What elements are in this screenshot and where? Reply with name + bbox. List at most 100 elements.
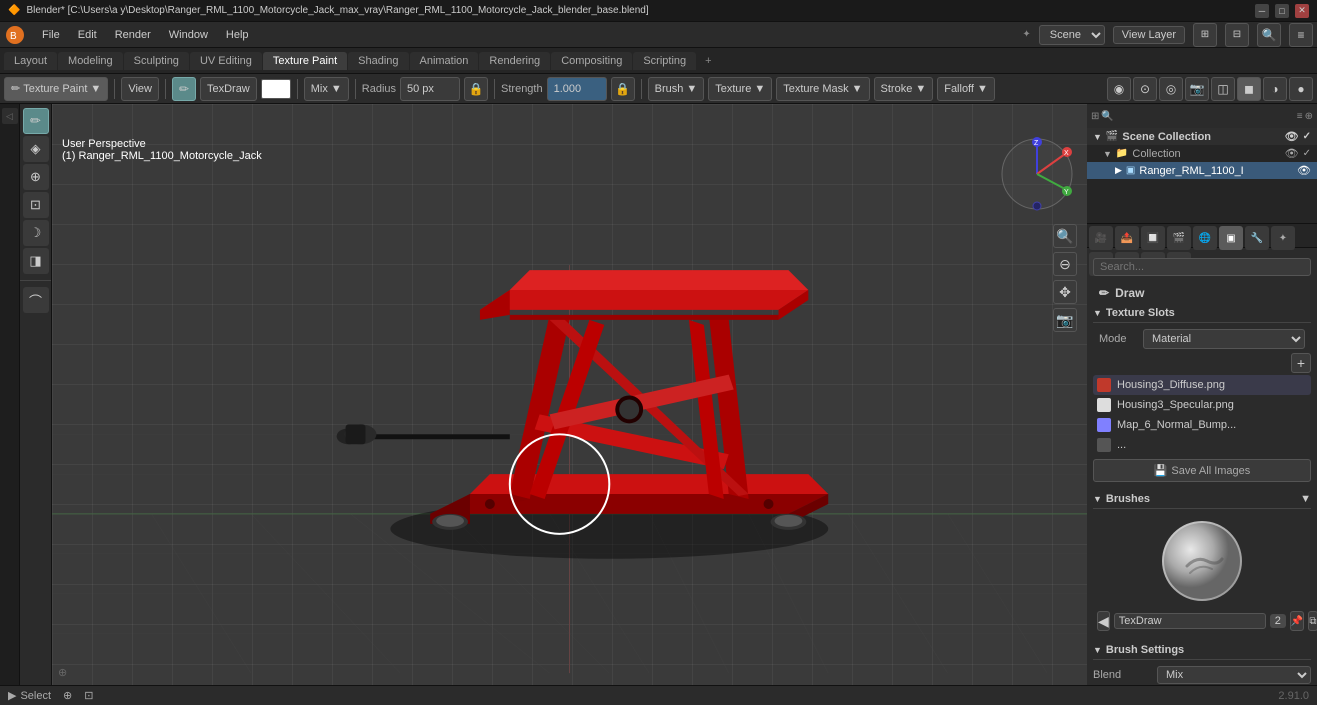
prop-particles-btn[interactable]: ✦ [1271, 226, 1295, 250]
radius-field[interactable]: 50 px [400, 77, 460, 101]
scene-select[interactable]: Scene [1039, 25, 1105, 45]
mask-tool-btn[interactable]: ◨ [23, 248, 49, 274]
gizmos-btn[interactable]: ◎ [1159, 77, 1183, 101]
scene-collection-header[interactable]: ▼ 🎬 Scene Collection 👁 ✓ [1087, 128, 1317, 145]
brush-pin-btn[interactable]: 📌 [1290, 611, 1304, 631]
viewport-labels: User Perspective (1) Ranger_RML_1100_Mot… [62, 138, 262, 162]
blend-select[interactable]: Mix Add Subtract [1157, 666, 1311, 684]
col-visibility-icon[interactable]: 👁 [1285, 147, 1299, 160]
menu-help[interactable]: Help [218, 27, 257, 43]
menu-window[interactable]: Window [161, 27, 216, 43]
maximize-btn[interactable]: □ [1275, 4, 1289, 18]
menu-render[interactable]: Render [107, 27, 159, 43]
brush-name-input[interactable] [1114, 613, 1266, 629]
object-name-label: Ranger_RML_1100_I [1139, 165, 1243, 177]
zoom-out-btn[interactable]: ⊖ [1053, 252, 1077, 276]
menu-edit[interactable]: Edit [70, 27, 105, 43]
tab-sculpting[interactable]: Sculpting [124, 52, 189, 70]
tab-scripting[interactable]: Scripting [633, 52, 696, 70]
tab-compositing[interactable]: Compositing [551, 52, 632, 70]
minimize-btn[interactable]: ─ [1255, 4, 1269, 18]
viewport-overlay-btn[interactable]: ⊙ [1133, 77, 1157, 101]
save-all-images-btn[interactable]: 💾 Save All Images [1093, 459, 1311, 482]
prev-brush-btn[interactable]: ◀ [1097, 611, 1110, 631]
prop-render-btn[interactable]: 🎥 [1089, 226, 1113, 250]
window-controls[interactable]: ─ □ ✕ [1255, 4, 1309, 18]
brush-copy-btn[interactable]: ⧉ [1308, 611, 1317, 631]
draw-tool-icon[interactable]: ✏ [172, 77, 196, 101]
sep-5 [494, 79, 495, 99]
zoom-in-btn[interactable]: 🔍 [1053, 224, 1077, 248]
texture-slot-specular[interactable]: Housing3_Specular.png [1093, 395, 1311, 415]
draw-label-text: Draw [1115, 286, 1144, 300]
nav-gizmo[interactable]: Z X Y [997, 134, 1077, 214]
scene-settings-btn[interactable]: ⊟ [1225, 23, 1249, 47]
viewport-shading-btn[interactable]: ◉ [1107, 77, 1131, 101]
render-settings-btn[interactable]: ⊞ [1193, 23, 1217, 47]
tab-rendering[interactable]: Rendering [479, 52, 550, 70]
tab-layout[interactable]: Layout [4, 52, 57, 70]
object-item[interactable]: ▶ ▣ Ranger_RML_1100_I 👁 [1087, 162, 1317, 179]
viewport-camera-btn[interactable]: 📷 [1185, 77, 1209, 101]
texture-slot-diffuse[interactable]: Housing3_Diffuse.png [1093, 375, 1311, 395]
tab-texture-paint[interactable]: Texture Paint [263, 52, 347, 70]
viewport-shading-solid-btn[interactable]: ◼ [1237, 77, 1261, 101]
viewport[interactable]: User Perspective (1) Ranger_RML_1100_Mot… [52, 104, 1087, 685]
color-swatch[interactable] [261, 79, 291, 99]
prop-view-layer-btn[interactable]: 🔲 [1141, 226, 1165, 250]
mode-selector[interactable]: ✏ Texture Paint ▼ [4, 77, 108, 101]
brush-name-btn[interactable]: TexDraw [200, 77, 257, 101]
blend-dropdown[interactable]: Mix ▼ [304, 77, 349, 101]
camera-view-btn[interactable]: 📷 [1053, 308, 1077, 332]
viewport-shading-wire-btn[interactable]: ◫ [1211, 77, 1235, 101]
prop-output-btn[interactable]: 📤 [1115, 226, 1139, 250]
clone-tool-btn[interactable]: ⊡ [23, 192, 49, 218]
fill-tool-btn[interactable]: ◈ [23, 136, 49, 162]
add-workspace-btn[interactable]: + [697, 52, 719, 70]
strength-lock-icon[interactable]: 🔒 [611, 77, 635, 101]
outliner-filter-icon[interactable]: ≡ [1297, 111, 1303, 122]
tab-animation[interactable]: Animation [410, 52, 479, 70]
mode-select[interactable]: Material Image [1143, 329, 1305, 349]
draw-tool-btn[interactable]: ✏ [23, 108, 49, 134]
obj-visibility-icon[interactable]: 👁 [1297, 164, 1311, 177]
sc-checkbox-icon[interactable]: ✓ [1303, 131, 1311, 142]
texture-dropdown[interactable]: Texture ▼ [708, 77, 772, 101]
close-btn[interactable]: ✕ [1295, 4, 1309, 18]
viewport-shading-mat-btn[interactable]: ◑ [1263, 77, 1287, 101]
tab-shading[interactable]: Shading [348, 52, 408, 70]
texture-slot-normal[interactable]: Map_6_Normal_Bump... [1093, 415, 1311, 435]
edge-collapse-btn[interactable]: ◁ [2, 108, 18, 124]
properties-search[interactable] [1093, 258, 1311, 276]
prop-modifier-btn[interactable]: 🔧 [1245, 226, 1269, 250]
tab-modeling[interactable]: Modeling [58, 52, 123, 70]
brush-curve-btn[interactable]: ⌒ [23, 287, 49, 313]
prop-scene-btn[interactable]: 🎬 [1167, 226, 1191, 250]
search-btn[interactable]: 🔍 [1257, 23, 1281, 47]
smear-tool-btn[interactable]: ⊕ [23, 164, 49, 190]
add-texture-slot-btn[interactable]: + [1291, 353, 1311, 373]
texture-slot-extra[interactable]: ... [1093, 435, 1311, 455]
tab-uv-editing[interactable]: UV Editing [190, 52, 262, 70]
texture-label: Texture [715, 83, 751, 95]
stroke-dropdown[interactable]: Stroke ▼ [874, 77, 934, 101]
strength-field[interactable]: 1.000 [547, 77, 607, 101]
outliner-add-icon[interactable]: ⊕ [1305, 111, 1313, 122]
pan-btn[interactable]: ✥ [1053, 280, 1077, 304]
brush-dropdown[interactable]: Brush ▼ [648, 77, 705, 101]
filter-btn[interactable]: ≡ [1289, 23, 1313, 47]
prop-world-btn[interactable]: 🌐 [1193, 226, 1217, 250]
viewport-shading-render-btn[interactable]: ● [1289, 77, 1313, 101]
menu-file[interactable]: File [34, 27, 68, 43]
col-checkbox-icon[interactable]: ✓ [1303, 148, 1311, 159]
sc-visibility-icon[interactable]: 👁 [1285, 130, 1299, 143]
view-menu-btn[interactable]: View [121, 77, 159, 101]
status-mouse: ⊕ [63, 689, 72, 702]
falloff-dropdown[interactable]: Falloff ▼ [937, 77, 995, 101]
prop-object-btn[interactable]: ▣ [1219, 226, 1243, 250]
texture-mask-dropdown[interactable]: Texture Mask ▼ [776, 77, 869, 101]
brushes-expand-icon[interactable]: ▼ [1300, 493, 1311, 505]
collection-item[interactable]: ▼ 📁 Collection 👁 ✓ [1087, 145, 1317, 162]
soften-tool-btn[interactable]: ☽ [23, 220, 49, 246]
radius-lock-icon[interactable]: 🔒 [464, 77, 488, 101]
